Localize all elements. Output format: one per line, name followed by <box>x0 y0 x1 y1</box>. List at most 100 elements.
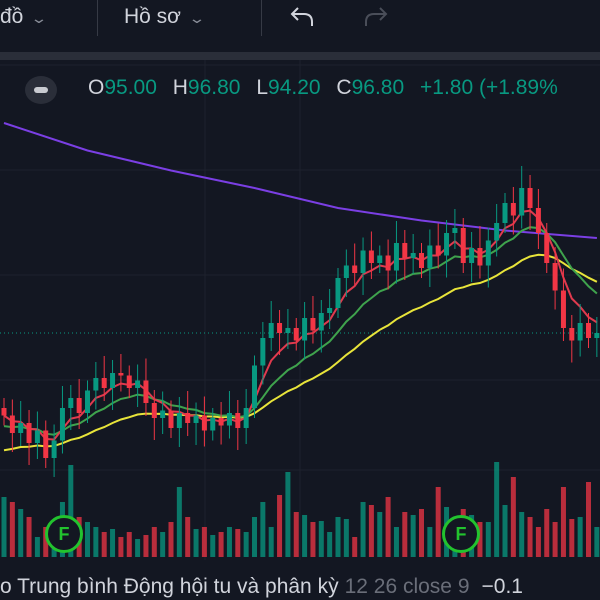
volume-bar <box>535 527 541 557</box>
candle-body <box>318 313 324 331</box>
volume-bar <box>285 472 291 557</box>
candle-body <box>477 248 483 266</box>
volume-bar <box>385 497 391 557</box>
close-value: 96.80 <box>351 76 405 99</box>
macd-indicator-legend[interactable]: o Trung bình Động hội tu và phân kỳ 12 26… <box>0 575 523 599</box>
candle-body <box>519 188 525 216</box>
volume-bar <box>327 532 333 557</box>
candle-body <box>510 203 516 216</box>
candle-body <box>226 413 232 426</box>
volume-bar <box>160 532 166 557</box>
candle-body <box>1 408 7 416</box>
redo-icon <box>365 7 388 26</box>
volume-bar <box>26 517 32 557</box>
volume-bar <box>277 495 283 557</box>
candle-body <box>343 265 349 278</box>
volume-bar <box>527 517 533 557</box>
chevron-down-icon: ⌄ <box>188 10 206 26</box>
chart-menu-label: đồ <box>0 5 24 28</box>
candle-body <box>235 413 241 428</box>
divider <box>261 0 262 36</box>
financials-marker[interactable]: F <box>442 515 480 553</box>
candle-body <box>185 413 191 423</box>
close-label: C <box>336 76 352 99</box>
volume-bar <box>118 537 124 557</box>
change-value: +1.80 (+1.89% <box>420 76 558 99</box>
price-chart[interactable] <box>0 60 600 600</box>
candle-body <box>360 250 366 273</box>
candle-body <box>243 408 249 428</box>
candle-body <box>393 243 399 271</box>
candle-body <box>143 380 149 403</box>
volume-bar <box>193 529 199 557</box>
volume-bar <box>343 519 349 557</box>
volume-bar <box>101 532 107 557</box>
volume-bar <box>302 515 308 557</box>
candle-body <box>352 265 358 273</box>
candle-body <box>93 378 99 391</box>
candle-body <box>168 410 174 428</box>
volume-bar <box>85 522 90 557</box>
candle-body <box>502 203 508 223</box>
volume-bar <box>176 487 182 557</box>
volume-bar <box>135 539 141 557</box>
candle-body <box>560 290 566 328</box>
candle-body <box>43 430 49 458</box>
toolbar-separator <box>0 52 600 60</box>
candle-body <box>126 375 132 388</box>
candle-body <box>51 440 57 458</box>
volume-bar <box>168 522 174 557</box>
candle-body <box>285 328 291 333</box>
volume-bar <box>410 515 416 557</box>
redo-button[interactable] <box>360 2 390 36</box>
candle-body <box>68 398 74 408</box>
candle-body <box>310 318 316 331</box>
volume-bar <box>235 529 241 557</box>
candle-body <box>385 255 391 271</box>
candle-body <box>435 245 441 256</box>
volume-bar <box>93 527 99 557</box>
volume-bar <box>201 527 207 557</box>
volume-bar <box>502 505 508 557</box>
candle-body <box>485 240 491 266</box>
candle-body <box>26 423 32 443</box>
candle-body <box>527 188 533 208</box>
candle-body <box>427 245 433 268</box>
volume-bar <box>243 532 249 557</box>
volume-bar <box>335 517 341 557</box>
profile-menu[interactable]: Hồ sơ ⌄ <box>124 0 206 34</box>
volume-bar <box>560 487 566 557</box>
volume-bar <box>519 512 525 557</box>
volume-bar <box>494 462 500 557</box>
candle-body <box>101 378 107 388</box>
volume-bar <box>393 527 399 557</box>
candle-body <box>260 338 266 366</box>
candle-body <box>377 255 383 263</box>
candle-body <box>302 318 308 341</box>
volume-bar <box>427 527 433 557</box>
ohlc-legend: O95.00 H96.80 L94.20 C96.80 +1.80 (+1.89… <box>88 76 568 106</box>
volume-bar <box>318 521 324 557</box>
volume-bar <box>260 502 266 557</box>
candle-body <box>18 423 24 433</box>
candle-body <box>118 373 124 376</box>
low-label: L <box>256 76 269 99</box>
volume-bar <box>552 522 558 557</box>
candle-body <box>110 373 116 388</box>
candle-body <box>268 323 274 338</box>
candle-body <box>85 390 90 413</box>
volume-bar <box>368 505 374 557</box>
candle-body <box>552 263 558 291</box>
candle-body <box>460 228 466 263</box>
chart-menu[interactable]: đồ ⌄ <box>0 0 48 34</box>
candle-body <box>444 233 450 256</box>
financials-marker[interactable]: F <box>45 515 83 553</box>
candle-body <box>277 323 283 333</box>
open-value: 95.00 <box>104 76 157 99</box>
collapse-legend-button[interactable] <box>25 76 57 104</box>
candle-body <box>577 323 583 341</box>
undo-button[interactable] <box>288 2 318 36</box>
volume-bar <box>360 502 366 557</box>
indicator-value: −0.1 <box>481 575 523 598</box>
volume-bar <box>226 527 232 557</box>
